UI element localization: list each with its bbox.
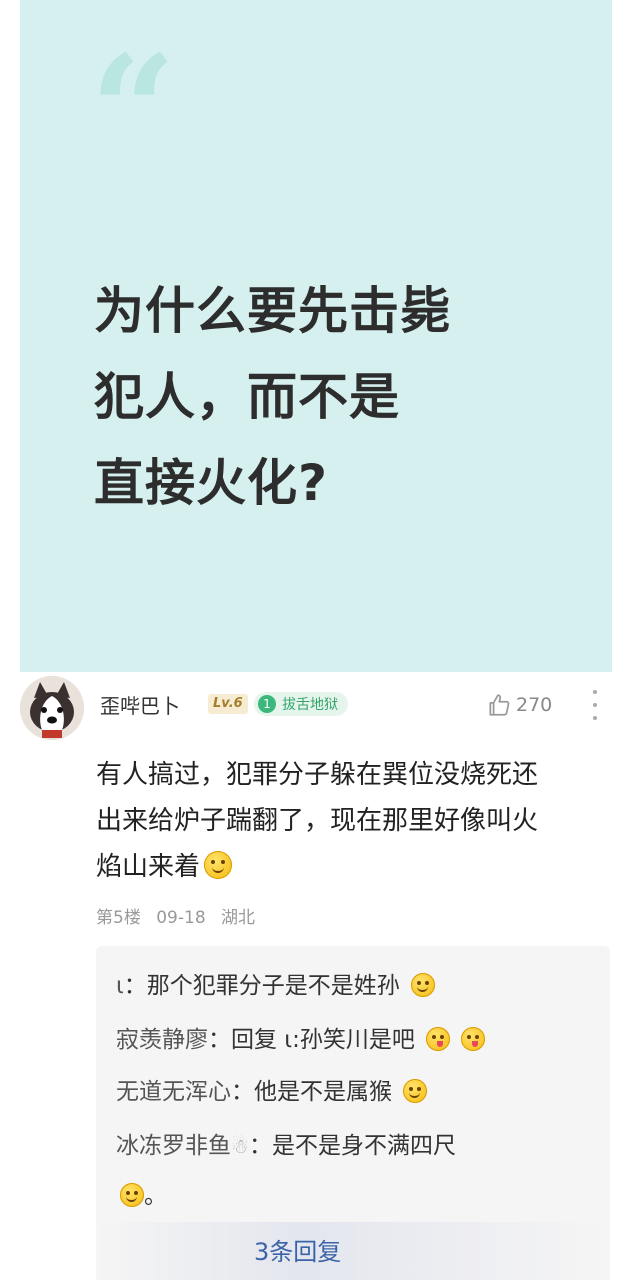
smile-emoji-icon [204,851,233,879]
title-badge[interactable]: 1 拔舌地狱 [254,692,348,716]
comment-line: 焰山来着 [96,844,616,890]
reply-text: 回复 ι:孙笑川是吧 [231,1027,415,1053]
post-image-card[interactable]: “ 为什么要先击毙 犯人，而不是 直接火化? [20,0,612,672]
reply-item[interactable]: ι：那个犯罪分子是不是姓孙 [116,966,436,1000]
more-vertical-icon[interactable] [590,690,600,720]
reply-author[interactable]: 冰冻罗非鱼 [116,1133,231,1159]
title-badge-number: 1 [258,695,276,713]
reply-separator: ： [231,1079,254,1105]
comment-date: 09-18 [156,908,206,928]
quote-mark-icon: “ [90,23,177,199]
reply-item-continuation: 。 [116,1176,167,1210]
like-count: 270 [516,694,553,716]
reply-text: 是不是身不满四尺 [271,1133,456,1159]
reply-item[interactable]: 冰冻罗非鱼☃：是不是身不满四尺 [116,1126,456,1160]
level-badge: Lv.6 [208,694,248,714]
comment-line-text: 焰山来着 [96,852,201,882]
thumbs-up-icon [489,694,510,716]
smile-emoji-icon [403,1079,428,1103]
question-line: 直接火化? [94,454,329,512]
reply-separator: ： [248,1133,272,1159]
like-button[interactable]: 270 [486,692,552,718]
question-line: 为什么要先击毙 [94,282,451,340]
reply-list[interactable]: ι：那个犯罪分子是不是姓孙 寂羡静廖：回复 ι:孙笑川是吧 无道无浑心：他是不是… [96,946,610,1280]
more-replies-button[interactable]: 3条回复 [96,1222,610,1280]
reply-text: 那个犯罪分子是不是姓孙 [146,973,400,999]
smile-emoji-icon [120,1183,144,1207]
reply-separator: ： [123,973,147,999]
question-line: 犯人，而不是 [94,368,400,426]
title-badge-label: 拔舌地狱 [282,697,338,713]
husky-avatar-icon [20,676,84,740]
reply-author[interactable]: 寂羡静廖 [116,1027,208,1053]
comment-line: 出来给炉子踹翻了，现在那里好像叫火 [96,806,539,836]
floor-label: 第5楼 [96,908,141,928]
comment-meta: 第5楼 09-18 湖北 [96,903,265,928]
reply-separator: ： [208,1027,231,1053]
more-replies-label: 3条回复 [254,1238,342,1266]
comment-location: 湖北 [221,908,256,928]
post-question: 为什么要先击毙 犯人，而不是 直接火化? [94,268,564,526]
snowman-icon: ☃ [231,1134,249,1158]
reply-item[interactable]: 无道无浑心：他是不是属猴 [116,1072,428,1106]
comment-body: 有人搞过，犯罪分子躲在巽位没烧死还 出来给炉子踹翻了，现在那里好像叫火 焰山来着 [96,752,616,890]
avatar[interactable] [20,676,84,740]
reply-author[interactable]: ι [116,973,124,999]
reply-text: 他是不是属猴 [254,1079,392,1105]
tongue-emoji-icon [461,1027,486,1051]
reply-text: 。 [144,1183,167,1209]
smile-emoji-icon [411,973,436,997]
comment-line: 有人搞过，犯罪分子躲在巽位没烧死还 [96,760,539,790]
comment-username[interactable]: 歪哔巴卜 [100,690,180,719]
reply-item[interactable]: 寂羡静廖：回复 ι:孙笑川是吧 [116,1020,486,1054]
reply-author[interactable]: 无道无浑心 [116,1079,231,1105]
tongue-emoji-icon [426,1027,451,1051]
